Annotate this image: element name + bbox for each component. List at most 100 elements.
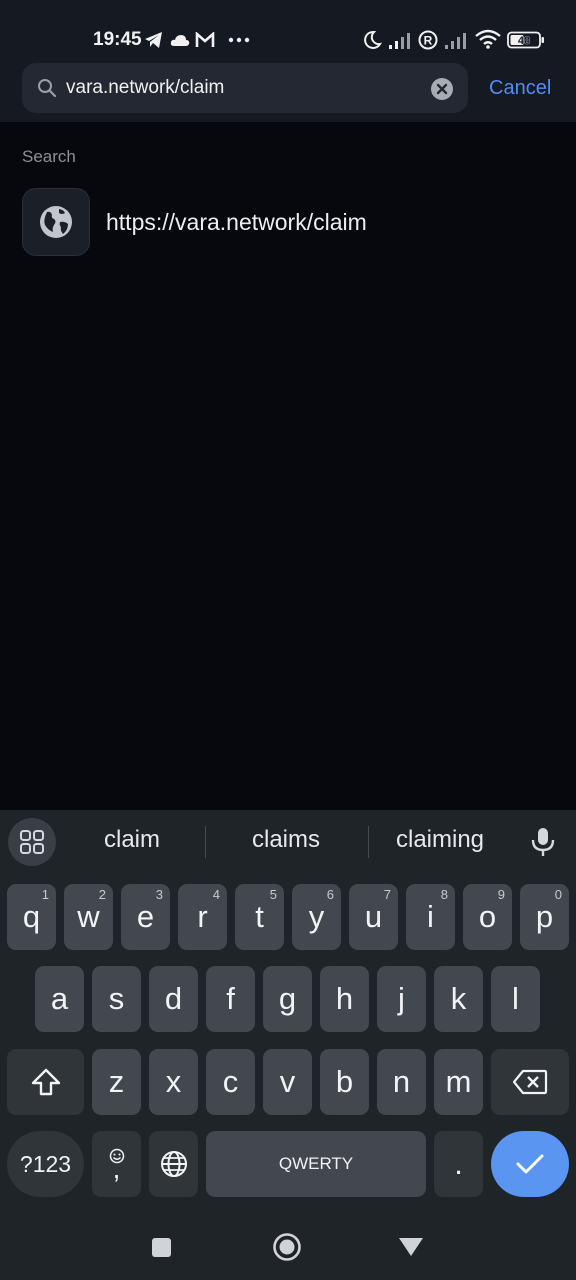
key-v[interactable]: v — [263, 1049, 312, 1115]
status-time: 19:45 — [93, 29, 142, 50]
key-t[interactable]: t5 — [235, 884, 284, 950]
key-label: . — [454, 1146, 463, 1181]
key-label: i — [427, 899, 434, 934]
key-hint: 4 — [212, 887, 220, 902]
result-url: https://vara.network/claim — [106, 209, 367, 235]
key-s[interactable]: s — [92, 966, 141, 1032]
emoji-comma-key[interactable]: , — [92, 1131, 141, 1197]
shift-key[interactable] — [7, 1049, 84, 1115]
signal-icon — [388, 30, 414, 50]
key-y[interactable]: y6 — [292, 884, 341, 950]
key-label: e — [136, 899, 155, 934]
key-label: w — [77, 899, 100, 934]
space-key[interactable]: QWERTY — [206, 1131, 426, 1197]
key-b[interactable]: b — [320, 1049, 369, 1115]
backspace-icon — [512, 1069, 548, 1095]
symbols-key[interactable]: ?123 — [7, 1131, 84, 1197]
key-l[interactable]: l — [491, 966, 540, 1032]
period-key[interactable]: . — [434, 1131, 483, 1197]
telegram-icon — [144, 31, 164, 49]
key-r[interactable]: r4 — [178, 884, 227, 950]
key-label: n — [392, 1064, 411, 1099]
suggestion-3[interactable]: claiming — [372, 826, 508, 854]
key-label: y — [308, 899, 325, 934]
list-item[interactable]: https://vara.network/claim — [22, 188, 554, 258]
key-hint: 2 — [98, 887, 106, 902]
wifi-icon — [475, 29, 501, 49]
key-g[interactable]: g — [263, 966, 312, 1032]
close-icon — [436, 83, 448, 95]
key-label: p — [535, 899, 554, 934]
key-label: c — [222, 1064, 239, 1099]
search-icon — [37, 78, 57, 103]
suggestion-1[interactable]: claim — [62, 826, 202, 854]
key-c[interactable]: c — [206, 1049, 255, 1115]
key-j[interactable]: j — [377, 966, 426, 1032]
key-label: m — [445, 1064, 472, 1099]
language-key[interactable] — [149, 1131, 198, 1197]
navigation-bar — [0, 1208, 576, 1280]
key-hint: 0 — [554, 887, 562, 902]
signal-icon — [444, 30, 470, 50]
key-w[interactable]: w2 — [64, 884, 113, 950]
key-h[interactable]: h — [320, 966, 369, 1032]
check-icon — [516, 1154, 544, 1174]
key-hint: 3 — [155, 887, 163, 902]
key-label: o — [478, 899, 497, 934]
key-d[interactable]: d — [149, 966, 198, 1032]
mic-icon[interactable] — [530, 826, 556, 863]
enter-button[interactable] — [491, 1131, 569, 1197]
shift-icon — [31, 1068, 60, 1096]
key-label: u — [364, 899, 383, 934]
globe-icon — [160, 1151, 187, 1177]
key-q[interactable]: q1 — [7, 884, 56, 950]
key-label: h — [335, 981, 354, 1016]
key-e[interactable]: e3 — [121, 884, 170, 950]
key-hint: 6 — [326, 887, 334, 902]
battery-level: 48 — [518, 35, 530, 47]
recents-icon[interactable] — [151, 1237, 172, 1258]
key-z[interactable]: z — [92, 1049, 141, 1115]
clear-search-button[interactable] — [431, 78, 453, 100]
key-m[interactable]: m — [434, 1049, 483, 1115]
search-field[interactable] — [22, 63, 468, 113]
registered-icon: R — [418, 30, 438, 50]
search-input[interactable] — [66, 73, 426, 103]
key-p[interactable]: p0 — [520, 884, 569, 950]
key-label: l — [512, 981, 519, 1016]
status-bar: 19:45 R 48 — [0, 0, 576, 60]
key-x[interactable]: x — [149, 1049, 198, 1115]
cancel-button[interactable]: Cancel — [489, 77, 551, 100]
key-hint: 7 — [383, 887, 391, 902]
key-label: j — [398, 981, 405, 1016]
key-label: t — [255, 899, 264, 934]
comma-label: , — [112, 1153, 121, 1184]
divider — [205, 826, 206, 858]
key-u[interactable]: u7 — [349, 884, 398, 950]
key-n[interactable]: n — [377, 1049, 426, 1115]
key-label: x — [165, 1064, 182, 1099]
key-label: f — [226, 981, 235, 1016]
key-label: k — [450, 981, 467, 1016]
keyboard-menu-button[interactable] — [8, 818, 56, 866]
key-a[interactable]: a — [35, 966, 84, 1032]
svg-text:R: R — [424, 34, 433, 48]
key-label: q — [22, 899, 41, 934]
key-hint: 9 — [497, 887, 505, 902]
backspace-key[interactable] — [491, 1049, 569, 1115]
key-i[interactable]: i8 — [406, 884, 455, 950]
key-label: z — [108, 1064, 125, 1099]
key-o[interactable]: o9 — [463, 884, 512, 950]
grid-icon — [20, 830, 44, 854]
key-label: v — [279, 1064, 296, 1099]
moon-icon — [362, 30, 382, 50]
globe-icon — [22, 188, 90, 256]
suggestion-2[interactable]: claims — [216, 826, 356, 854]
key-label: d — [164, 981, 183, 1016]
back-icon[interactable] — [398, 1236, 424, 1258]
key-f[interactable]: f — [206, 966, 255, 1032]
home-icon[interactable] — [272, 1232, 302, 1262]
battery-icon: 48 — [507, 31, 545, 49]
key-k[interactable]: k — [434, 966, 483, 1032]
key-hint: 1 — [41, 887, 49, 902]
